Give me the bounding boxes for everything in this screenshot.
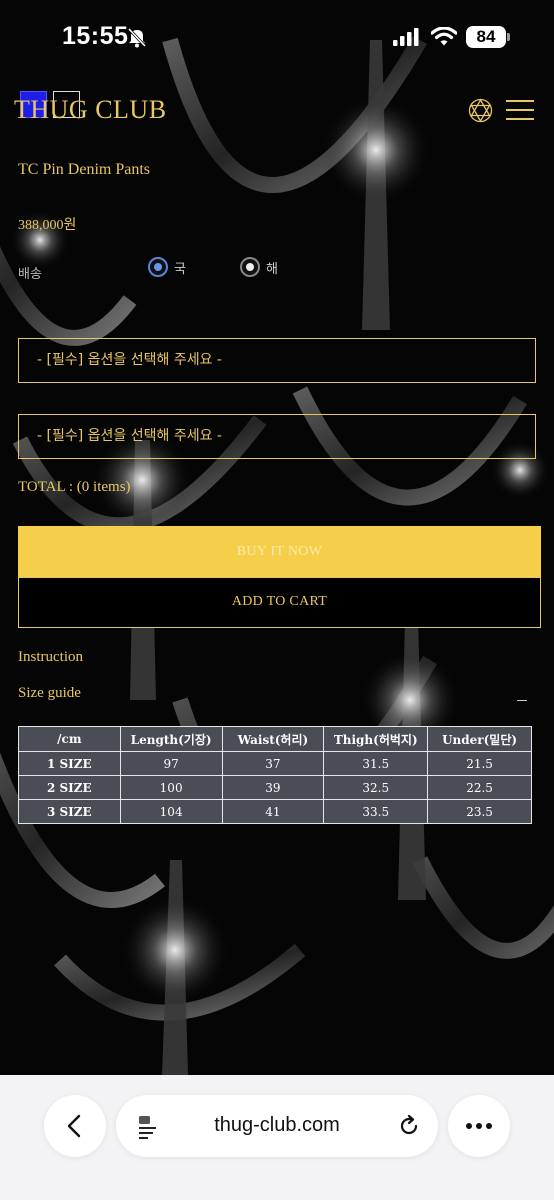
size-table-header: Length(기장)	[119, 726, 223, 752]
size-table-cell: 104	[119, 799, 223, 824]
size-table-header: /cm	[18, 726, 121, 752]
more-icon	[466, 1123, 492, 1129]
size-table-cell: 1 SIZE	[18, 751, 121, 776]
shipping-label: 배송	[18, 266, 42, 281]
size-table-cell: 21.5	[427, 751, 532, 776]
shipping-domestic-label: 국	[174, 261, 186, 276]
shipping-overseas-radio[interactable]	[240, 257, 260, 277]
size-table-cell: 22.5	[427, 775, 532, 800]
address-bar[interactable]: thug-club.com	[116, 1095, 438, 1157]
size-table-cell: 2 SIZE	[18, 775, 121, 800]
product-price: 388,000원	[18, 218, 77, 233]
table-row: 3 SIZE 104 41 33.5 23.5	[18, 799, 532, 824]
url-domain: thug-club.com	[214, 1114, 340, 1136]
size-table-cell: 39	[221, 775, 325, 800]
globe-icon[interactable]	[468, 98, 493, 128]
cellular-signal-icon	[393, 28, 419, 51]
table-row: 1 SIZE 97 37 31.5 21.5	[18, 751, 532, 776]
size-table: /cm Length(기장) Waist(허리) Thigh(허벅지) Unde…	[18, 726, 532, 824]
size-table-cell: 100	[119, 775, 223, 800]
size-guide-toggle[interactable]	[517, 700, 527, 701]
browser-toolbar: thug-club.com	[0, 1075, 554, 1200]
option-select-1[interactable]: - [필수] 옵션을 선택해 주세요 -	[18, 338, 536, 383]
site-logo[interactable]: THUG CLUB	[14, 95, 167, 125]
size-table-header-row: /cm Length(기장) Waist(허리) Thigh(허벅지) Unde…	[18, 726, 532, 752]
size-table-cell: 97	[119, 751, 223, 776]
more-button[interactable]	[448, 1095, 510, 1157]
reload-icon[interactable]	[397, 1114, 421, 1138]
status-time: 15:55	[62, 22, 129, 50]
size-table-cell: 37	[221, 751, 325, 776]
add-to-cart-button[interactable]: ADD TO CART	[18, 577, 541, 628]
shipping-domestic-radio[interactable]	[148, 257, 168, 277]
option-select-2[interactable]: - [필수] 옵션을 선택해 주세요 -	[18, 414, 536, 459]
battery-tip	[507, 33, 510, 41]
shipping-overseas-label: 해	[266, 261, 278, 276]
size-table-cell: 31.5	[323, 751, 429, 776]
instruction-link[interactable]: Instruction	[18, 649, 83, 666]
size-table-cell: 3 SIZE	[18, 799, 121, 824]
size-table-header: Under(밑단)	[427, 726, 532, 752]
back-chevron-icon	[67, 1114, 81, 1138]
hamburger-menu-icon[interactable]	[506, 100, 534, 120]
back-button[interactable]	[44, 1095, 106, 1157]
size-table-cell: 41	[221, 799, 325, 824]
page-content: THUG CLUB TC Pin Denim Pants 388,000원 배송…	[0, 0, 554, 1075]
battery-icon: 84	[466, 26, 506, 48]
size-table-header: Waist(허리)	[221, 726, 325, 752]
size-table-cell: 23.5	[427, 799, 532, 824]
size-table-cell: 33.5	[323, 799, 429, 824]
status-bar: 15:55 84	[0, 0, 554, 76]
buy-now-button[interactable]: BUY IT NOW	[18, 526, 541, 577]
total-items: TOTAL : (0 items)	[18, 479, 131, 495]
table-row: 2 SIZE 100 39 32.5 22.5	[18, 775, 532, 800]
size-table-cell: 32.5	[323, 775, 429, 800]
product-name: TC Pin Denim Pants	[18, 161, 151, 178]
bell-slash-icon	[126, 26, 148, 53]
wifi-icon	[430, 26, 458, 52]
size-guide-link[interactable]: Size guide	[18, 685, 81, 702]
size-table-header: Thigh(허벅지)	[323, 726, 429, 752]
